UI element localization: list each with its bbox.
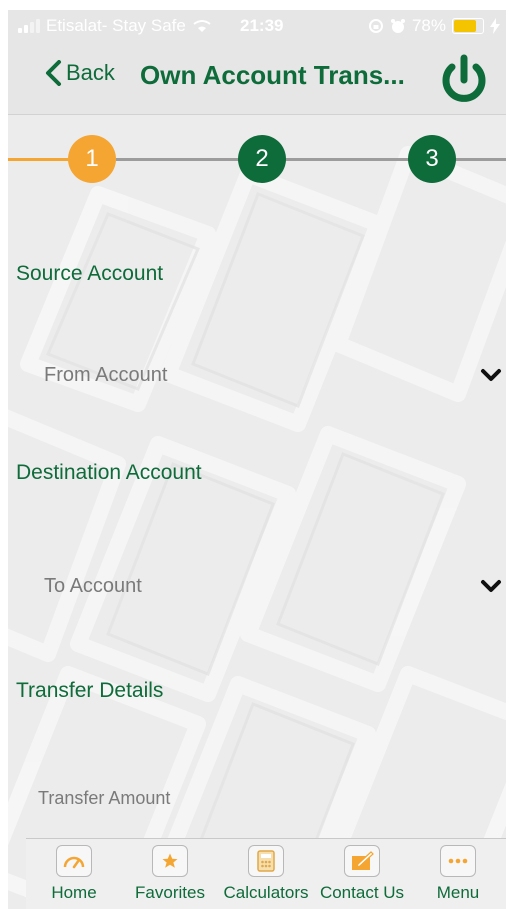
compose-icon [344, 845, 380, 877]
tab-contact-us[interactable]: Contact Us [314, 839, 410, 909]
bottom-tab-bar: Home Favorites Calculators Contact Us Me… [26, 838, 506, 909]
alarm-icon [390, 19, 405, 33]
tab-calculators-label: Calculators [223, 883, 309, 902]
transfer-amount-input[interactable] [36, 780, 440, 816]
to-account-value: To Account [44, 575, 142, 597]
to-account-select[interactable]: To Account [16, 561, 506, 611]
progress-stepper: 1 2 3 [8, 130, 506, 190]
step-line-done [8, 158, 68, 161]
charging-icon [490, 18, 500, 34]
step-1[interactable]: 1 [68, 135, 116, 183]
tab-contact-us-label: Contact Us [319, 883, 405, 902]
from-account-select[interactable]: From Account [16, 350, 506, 400]
destination-account-heading: Destination Account [16, 461, 202, 484]
battery-icon [452, 18, 484, 34]
back-label: Back [66, 60, 115, 85]
wifi-icon [193, 20, 211, 32]
tab-favorites-label: Favorites [135, 883, 205, 902]
app-screen: Etisalat- Stay Safe 21:39 78% Back Own A… [8, 10, 506, 909]
calculator-icon [248, 845, 284, 877]
carrier-name: Etisalat- Stay Safe [46, 16, 186, 35]
signal-icon [18, 19, 40, 33]
more-icon [440, 845, 476, 877]
status-bar: Etisalat- Stay Safe 21:39 78% [8, 10, 506, 42]
tab-menu-label: Menu [436, 883, 480, 902]
step-3[interactable]: 3 [408, 135, 456, 183]
rotation-lock-icon [368, 19, 383, 33]
tab-favorites[interactable]: Favorites [122, 839, 218, 909]
speedometer-icon [56, 845, 92, 877]
tab-home-label: Home [51, 883, 97, 902]
carrier-info: Etisalat- Stay Safe [18, 16, 212, 36]
tab-calculators[interactable]: Calculators [218, 839, 314, 909]
from-account-value: From Account [44, 364, 168, 386]
chevron-down-icon [481, 580, 501, 592]
status-time: 21:39 [240, 16, 284, 35]
battery-percent: 78% [411, 16, 446, 35]
step-2[interactable]: 2 [238, 135, 286, 183]
tab-menu[interactable]: Menu [410, 839, 506, 909]
tab-home[interactable]: Home [26, 839, 122, 909]
source-account-heading: Source Account [16, 262, 164, 285]
transfer-details-heading: Transfer Details [16, 679, 164, 702]
nav-header: Back Own Account Trans... [8, 42, 506, 115]
chevron-down-icon [481, 369, 501, 381]
chevron-left-icon [46, 60, 61, 86]
star-icon [152, 845, 188, 877]
status-right: 78% [368, 16, 500, 36]
logout-power-icon[interactable] [436, 52, 492, 108]
page-title: Own Account Trans... [140, 60, 405, 90]
back-button[interactable]: Back [44, 60, 115, 86]
